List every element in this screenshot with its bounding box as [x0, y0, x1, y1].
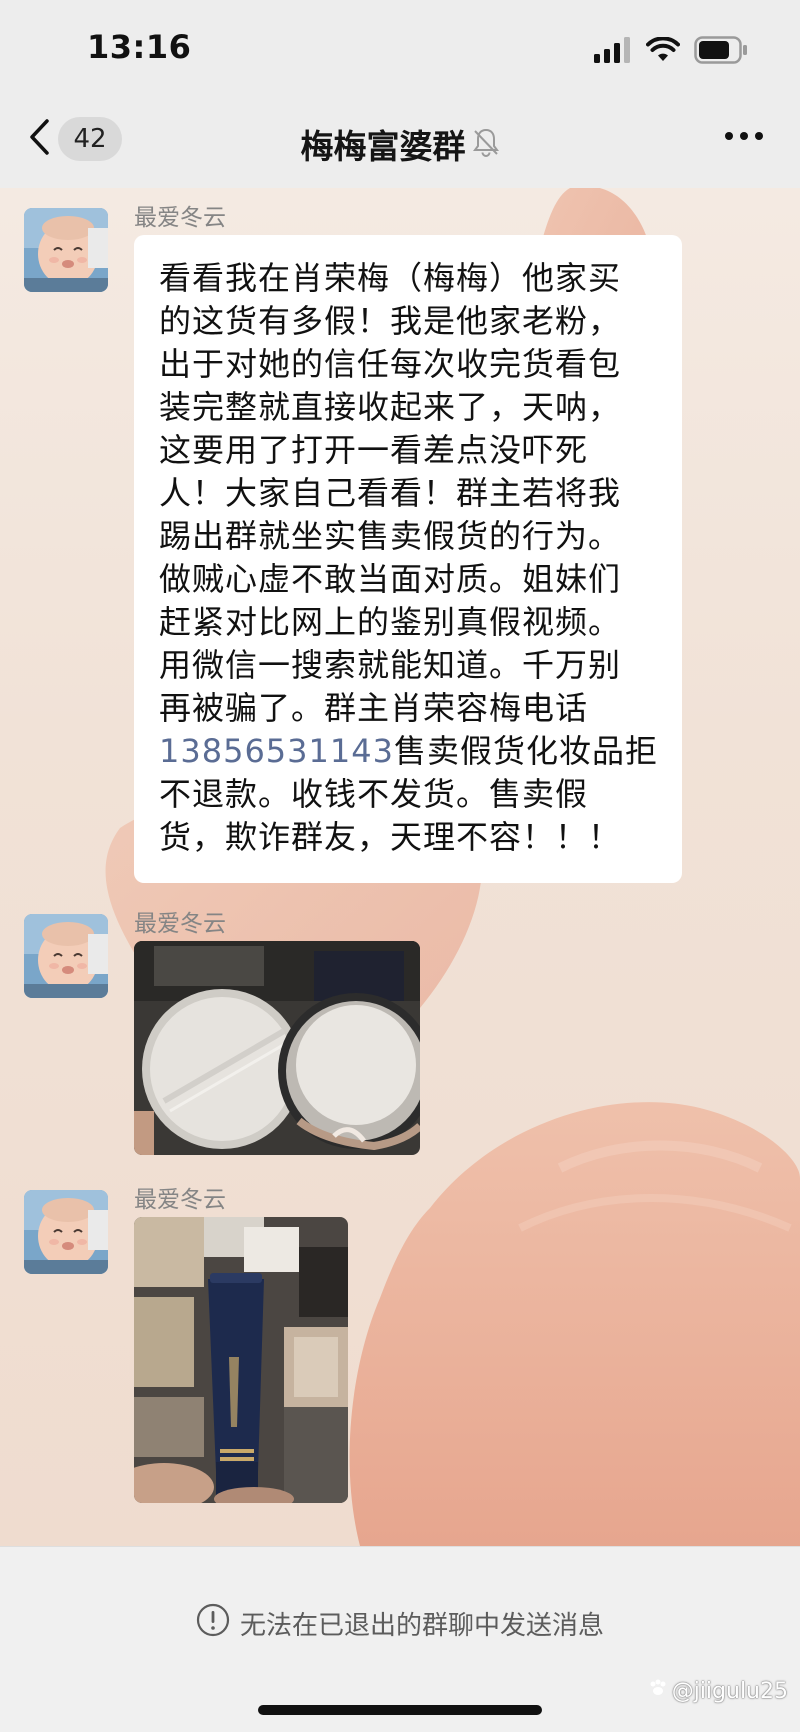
message-text-line: 人！大家自己看看！群主若将我	[159, 474, 622, 512]
message-text-line: 不退款。收钱不发货。售卖假	[159, 775, 589, 813]
message-item: 最爱冬云 看看我在肖荣梅（梅梅）他家买 的这货有多假！我是他家老粉， 出于对她的…	[0, 188, 800, 888]
sender-name: 最爱冬云	[134, 205, 226, 231]
battery-icon	[694, 36, 748, 68]
watermark-text: @jiigulu25	[671, 1678, 788, 1704]
message-text-fragment: 售卖假货化妆品拒	[393, 732, 658, 770]
more-dots-icon	[724, 126, 764, 145]
message-text-line: 看看我在肖荣梅（梅梅）他家买	[159, 259, 622, 297]
cellular-signal-icon	[594, 37, 632, 67]
message-text-line: 13856531143售卖假货化妆品拒	[159, 730, 660, 773]
message-bubble[interactable]: 看看我在肖荣梅（梅梅）他家买 的这货有多假！我是他家老粉， 出于对她的信任每次收…	[134, 235, 682, 883]
chat-title: 梅梅富婆群	[300, 127, 466, 166]
message-text-line: 用微信一搜索就能知道。千万别	[159, 646, 622, 684]
message-text-line: 踢出群就坐实售卖假货的行为。	[159, 517, 622, 555]
message-text-line: 的这货有多假！我是他家老粉，	[159, 302, 622, 340]
exclamation-circle-icon	[196, 1603, 230, 1644]
chat-title-area: 梅梅富婆群	[0, 120, 800, 168]
message-item: 最爱冬云	[0, 1170, 800, 1503]
message-item: 最爱冬云	[0, 894, 800, 1155]
status-time: 13:16	[87, 28, 192, 66]
home-indicator[interactable]	[258, 1705, 542, 1715]
avatar[interactable]	[24, 914, 108, 998]
message-text-line: 再被骗了。群主肖荣容梅电话	[159, 689, 589, 727]
status-icons	[594, 36, 748, 68]
more-options-button[interactable]	[724, 126, 764, 145]
cosmetic-jars-photo[interactable]	[134, 941, 420, 1155]
message-text-line: 做贼心虚不敢当面对质。姐妹们	[159, 560, 622, 598]
top-header: 13:16 42 梅梅富婆群	[0, 0, 800, 188]
bottom-bar: 无法在已退出的群聊中发送消息 @jiigulu25	[0, 1546, 800, 1732]
avatar[interactable]	[24, 1190, 108, 1274]
message-text-line: 装完整就直接收起来了，天呐，	[159, 388, 622, 426]
message-text-line: 出于对她的信任每次收完货看包	[159, 345, 622, 383]
notice-text: 无法在已退出的群聊中发送消息	[239, 1611, 604, 1641]
sender-name: 最爱冬云	[134, 911, 226, 937]
message-text-line: 货，欺诈群友，天理不容！！！	[159, 818, 622, 856]
message-text-line: 这要用了打开一看差点没吓死	[159, 431, 589, 469]
avatar[interactable]	[24, 208, 108, 292]
phone-number-link[interactable]: 13856531143	[159, 732, 394, 770]
chat-area[interactable]: 最爱冬云 看看我在肖荣梅（梅梅）他家买 的这货有多假！我是他家老粉， 出于对她的…	[0, 188, 800, 1546]
mute-bell-icon	[472, 127, 500, 161]
message-text-line: 赶紧对比网上的鉴别真假视频。	[159, 603, 622, 641]
cosmetics-box-photo[interactable]	[134, 1217, 348, 1503]
cannot-send-notice: 无法在已退出的群聊中发送消息	[0, 1603, 800, 1644]
paw-icon	[648, 1678, 668, 1704]
wifi-icon	[646, 36, 680, 67]
sender-name: 最爱冬云	[134, 1187, 226, 1213]
watermark: @jiigulu25	[648, 1678, 788, 1704]
